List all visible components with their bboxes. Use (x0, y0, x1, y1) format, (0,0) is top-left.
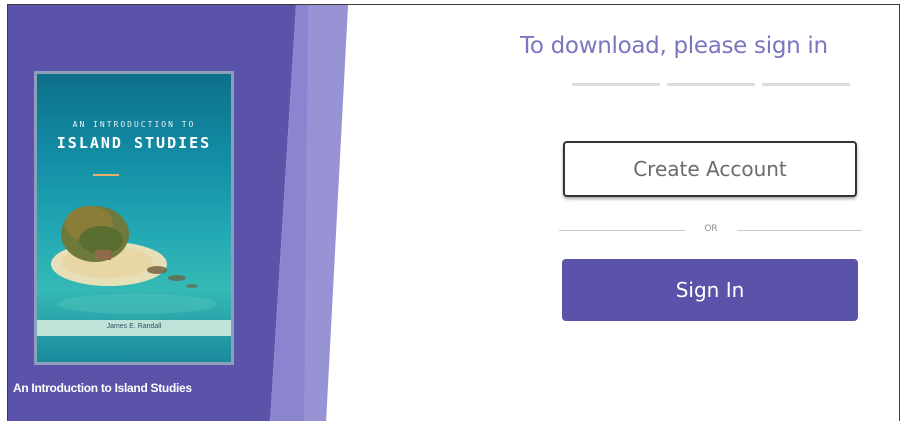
cover-divider (93, 174, 119, 176)
book-cover[interactable]: AN INTRODUCTION TO ISLAND STUDIES James … (34, 71, 234, 365)
cover-author: James E. Randall (106, 323, 162, 330)
heading-divider (667, 83, 755, 86)
book-caption: An Introduction to Island Studies (13, 381, 192, 395)
heading-divider (572, 83, 660, 86)
heading-divider (762, 83, 850, 86)
or-line-left (559, 230, 685, 231)
sign-in-button[interactable]: Sign In (562, 259, 858, 321)
signin-heading: To download, please sign in (520, 33, 828, 59)
or-line-right (737, 230, 862, 231)
book-panel: AN INTRODUCTION TO ISLAND STUDIES James … (8, 5, 358, 421)
or-label: OR (704, 224, 718, 234)
create-account-button[interactable]: Create Account (563, 141, 857, 197)
cover-title: ISLAND STUDIES (56, 134, 212, 152)
or-separator: OR (559, 223, 862, 237)
download-dialog: AN INTRODUCTION TO ISLAND STUDIES James … (7, 4, 900, 421)
island-illustration (51, 206, 217, 314)
book-cover-image: AN INTRODUCTION TO ISLAND STUDIES James … (37, 74, 231, 362)
cover-subtitle: AN INTRODUCTION TO (72, 120, 196, 129)
